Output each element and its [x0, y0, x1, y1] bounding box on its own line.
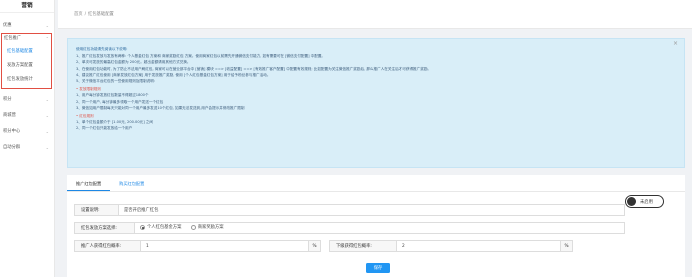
promoter-rate-input[interactable]: 1 — [141, 244, 149, 249]
radio-label: 个人红包基金方案 — [147, 225, 182, 231]
radio-label: 商家奖励方案 — [197, 225, 224, 231]
sidebar-item-auto-group[interactable]: 自动分群 ⌄ — [0, 139, 54, 155]
notice-rule: 2、同一个红包只能发放给一个用户 — [76, 126, 133, 131]
chevron-down-icon: ⌄ — [45, 96, 49, 102]
sidebar-item-label: 积分 — [3, 97, 12, 102]
enable-toggle[interactable]: 未启用 — [625, 195, 664, 208]
promoter-rate-row: 推广人获得红包概率: 1 % — [74, 240, 321, 252]
notice-panel: × 使用红包功能请先阅读以下说明: 1、推广红包发放与发放有两种: 个人基金红包… — [67, 38, 685, 168]
sidebar-item-points-center[interactable]: 积分中心 ⌄ — [0, 123, 54, 139]
toggle-knob — [627, 197, 636, 206]
config-panel: 推广红包配置 购买红包配置 设置说明: 是否开启推广红包 红包发放方案选择: 个… — [67, 175, 685, 277]
save-button[interactable]: 保存 — [366, 263, 390, 273]
sidebar-item-coupon[interactable]: 优惠 ⌄ — [0, 17, 54, 33]
sidebar-item-mall[interactable]: 商城营 ⌄ — [0, 107, 54, 123]
chevron-down-icon: ⌄ — [45, 144, 49, 150]
tab-purchase-config[interactable]: 购买红包配置 — [110, 175, 153, 191]
plan-options: 个人红包基金方案 商家奖励方案 — [135, 224, 232, 232]
plan-row: 红包发放方案选择: 个人红包基金方案 商家奖励方案 — [74, 222, 625, 234]
sidebar: 营销 优惠 ⌄ 红包推广 ⌃ 红包基础配置 发放方案配置 红包发放统计 积分 ⌄… — [0, 0, 55, 277]
percent-unit: % — [308, 241, 320, 251]
downline-rate-input[interactable]: 2 — [397, 244, 405, 249]
sidebar-title: 营销 — [0, 0, 54, 13]
sidebar-item-label: 商城营 — [3, 113, 16, 118]
notice-heading: 使用红包功能请先阅读以下说明: — [76, 47, 128, 51]
breadcrumb-home[interactable]: 首页 — [74, 11, 83, 17]
promoter-rate-label: 推广人获得红包概率: — [75, 241, 141, 251]
sidebar-item-label: 优惠 — [3, 23, 12, 28]
radio-unchecked-icon — [190, 224, 196, 230]
plan-label: 红包发放方案选择: — [75, 223, 135, 233]
tab-bar: 推广红包配置 购买红包配置 — [67, 175, 685, 192]
tab-promo-config[interactable]: 推广红包配置 — [67, 175, 111, 191]
setting-value: 是否开启推广红包 — [124, 208, 159, 213]
radio-checked-icon — [140, 224, 145, 230]
close-icon[interactable]: × — [673, 40, 678, 47]
percent-unit: % — [560, 241, 572, 251]
downline-rate-label: 下级获得红包概率: — [330, 241, 397, 251]
setting-label: 设置说明: — [75, 205, 119, 215]
radio-merchant-reward[interactable]: 商家奖励方案 — [190, 224, 224, 231]
setting-row: 设置说明: 是否开启推广红包 — [74, 204, 625, 216]
sidebar-item-points[interactable]: 积分 ⌄ — [0, 91, 54, 107]
chevron-down-icon: ⌄ — [45, 112, 49, 118]
breadcrumb-current: 红包基础配置 — [88, 12, 114, 17]
chevron-down-icon: ⌄ — [45, 22, 49, 28]
notice-line: 5、关于微信平台红包的一些使用规则及限制说明: — [76, 79, 155, 84]
sidebar-item-label: 自动分群 — [3, 145, 21, 150]
notice-rule: 3、微信如用户限制每天只能对同一个用户最多发送10个红包, 如果无法发送到,用户… — [76, 105, 245, 110]
downline-rate-row: 下级获得红包概率: 2 % — [329, 240, 573, 252]
main-content: 首页 / 红包基础配置 × 使用红包功能请先阅读以下说明: 1、推广红包发放与发… — [58, 0, 692, 277]
toggle-label: 未启用 — [640, 199, 653, 205]
chevron-down-icon: ⌄ — [45, 128, 49, 134]
highlight-box — [1, 33, 52, 89]
radio-personal-fund[interactable]: 个人红包基金方案 — [140, 224, 181, 230]
breadcrumb-separator: / — [84, 11, 87, 17]
sidebar-item-label: 积分中心 — [3, 129, 21, 134]
breadcrumb: 首页 / 红包基础配置 — [58, 0, 692, 29]
